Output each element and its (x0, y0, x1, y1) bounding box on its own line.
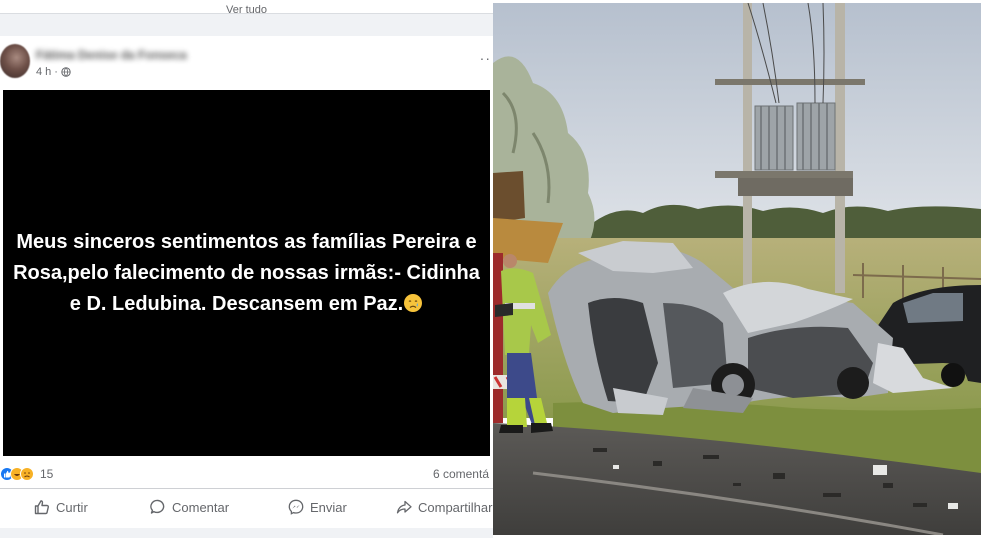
reactions-summary[interactable]: 15 (0, 466, 53, 482)
accident-photo (493, 0, 984, 538)
like-button[interactable]: Curtir (34, 499, 88, 515)
facebook-post-screenshot: Ver tudo Fátima Denise da Fonseca 4 h · … (0, 0, 493, 538)
accident-scene-illustration (493, 3, 981, 535)
wheel (837, 367, 869, 399)
tow-truck (493, 171, 525, 223)
send-button[interactable]: Enviar (288, 499, 347, 515)
post-text-background: Meus sinceros sentimentos as famílias Pe… (3, 90, 490, 456)
meta-separator: · (54, 66, 58, 78)
action-bar: Curtir Comentar Enviar Compartilhar (0, 488, 493, 528)
post-card: Fátima Denise da Fonseca 4 h · ·· Meus s… (0, 36, 493, 528)
sad-reaction-icon (20, 467, 34, 481)
share-label: Compartilhar (418, 499, 493, 515)
comment-button[interactable]: Comentar (150, 499, 229, 515)
more-options-icon[interactable]: ·· (480, 50, 491, 66)
send-label: Enviar (310, 499, 347, 515)
thumbs-up-icon (34, 500, 49, 515)
utility-pole (743, 3, 752, 293)
post-time[interactable]: 4 h (36, 66, 51, 78)
share-arrow-icon (396, 500, 412, 514)
comments-count[interactable]: 6 comentá (433, 467, 489, 481)
messenger-icon (288, 499, 304, 515)
globe-icon (61, 67, 71, 77)
bottom-gap (0, 528, 493, 538)
post-meta: 4 h · (36, 66, 71, 78)
top-bar: Ver tudo (0, 0, 493, 16)
post-text-block: Meus sinceros sentimentos as famílias Pe… (12, 227, 482, 320)
avatar[interactable] (0, 44, 30, 78)
comment-label: Comentar (172, 499, 230, 515)
reaction-count: 15 (40, 467, 54, 481)
see-all-link[interactable]: Ver tudo (226, 4, 267, 16)
crying-face-icon (404, 293, 423, 312)
share-button[interactable]: Compartilhar (396, 499, 492, 515)
like-label: Curtir (56, 499, 88, 515)
utility-pole (835, 3, 845, 293)
author-name[interactable]: Fátima Denise da Fonseca (36, 48, 187, 62)
speech-bubble-icon (150, 499, 165, 514)
